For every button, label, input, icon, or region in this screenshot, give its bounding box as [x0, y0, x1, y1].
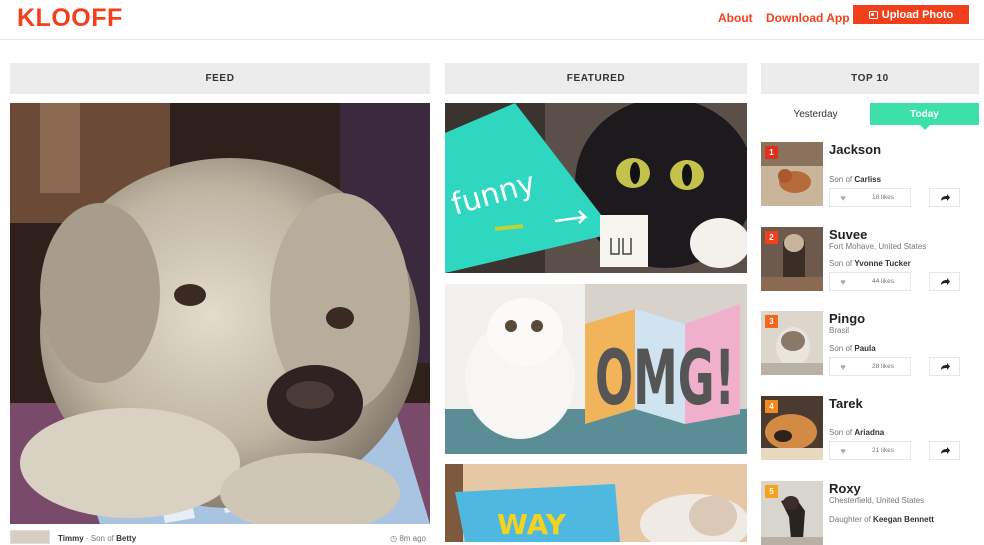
omg-cat-illustration: OMG!: [445, 284, 747, 454]
tab-yesterday[interactable]: Yesterday: [761, 103, 870, 125]
entry-name[interactable]: Tarek: [829, 396, 863, 411]
entry-relation: Son of: [829, 259, 853, 268]
share-button[interactable]: [929, 272, 960, 291]
entry-name[interactable]: Pingo: [829, 311, 865, 326]
heart-icon: ♥: [840, 445, 846, 456]
upload-photo-label: Upload Photo: [881, 8, 954, 21]
rank-badge: 4: [765, 400, 778, 413]
like-count: 44 likes: [871, 278, 895, 285]
heart-icon: ♥: [840, 361, 846, 372]
featured-card-funny[interactable]: funny: [445, 103, 747, 273]
feed-heading: FEED: [10, 63, 430, 94]
entry-relation: Daughter of: [829, 515, 871, 524]
heart-icon: ♥: [840, 276, 846, 287]
like-button[interactable]: ♥ 21 likes: [829, 441, 911, 460]
like-button[interactable]: ♥ 44 likes: [829, 272, 911, 291]
camera-icon: [868, 10, 878, 19]
funny-cat-illustration: funny: [445, 103, 747, 273]
share-arrow-icon: [940, 447, 950, 454]
like-button[interactable]: ♥ 18 likes: [829, 188, 911, 207]
share-arrow-icon: [940, 278, 950, 285]
entry-parent: Son of Ariadna: [829, 428, 884, 437]
like-count: 18 likes: [871, 194, 895, 201]
featured-heading: FEATURED: [445, 63, 747, 94]
entry-parent: Daughter of Keegan Bennett: [829, 513, 969, 527]
entry-name[interactable]: Jackson: [829, 142, 881, 157]
entry-name[interactable]: Suvee: [829, 227, 867, 242]
logo[interactable]: KLOOFF: [17, 4, 123, 33]
entry-thumbnail[interactable]: 4: [761, 396, 823, 460]
share-button[interactable]: [929, 188, 960, 207]
top10-entry[interactable]: 5 Roxy Chesterfield, United States Daugh…: [761, 481, 979, 545]
entry-name[interactable]: Roxy: [829, 481, 861, 496]
entry-location: Chesterfield, United States: [829, 496, 925, 505]
share-button[interactable]: [929, 357, 960, 376]
featured-caption-way: WAY: [497, 508, 567, 541]
nav-download-app-link[interactable]: Download App: [766, 11, 850, 25]
like-count: 28 likes: [871, 363, 895, 370]
feed-post-meta: Timmy · Son of Betty ◷ 8m ago: [10, 528, 430, 544]
entry-thumbnail[interactable]: 2: [761, 227, 823, 291]
entry-thumbnail[interactable]: 5: [761, 481, 823, 545]
feed-post-photo[interactable]: [10, 103, 430, 524]
entry-parent: Son of Carliss: [829, 175, 881, 184]
entry-relation: Son of: [829, 344, 853, 353]
top10-entry[interactable]: 4 Tarek Son of Ariadna ♥ 21 likes: [761, 396, 979, 469]
like-button[interactable]: ♥ 28 likes: [829, 357, 911, 376]
like-count: 21 likes: [871, 447, 895, 454]
top10-entry[interactable]: 1 Jackson Son of Carliss ♥ 18 likes: [761, 142, 979, 215]
entry-parent-name[interactable]: Yvonne Tucker: [854, 259, 910, 268]
entry-parent-name[interactable]: Keegan Bennett: [873, 515, 934, 524]
entry-location: Brasil: [829, 326, 850, 335]
entry-thumbnail[interactable]: 3: [761, 311, 823, 375]
entry-parent: Son of Paula: [829, 344, 876, 353]
top10-tabs: Yesterday Today: [761, 103, 979, 130]
share-button[interactable]: [929, 441, 960, 460]
heart-icon: ♥: [840, 192, 846, 203]
rank-badge: 5: [765, 485, 778, 498]
rank-badge: 2: [765, 231, 778, 244]
upload-photo-button[interactable]: Upload Photo: [853, 5, 969, 24]
entry-parent-name[interactable]: Carliss: [854, 175, 881, 184]
top-bar: KLOOFF About Download App Upload Photo: [0, 0, 984, 40]
entry-parent: Son of Yvonne Tucker: [829, 259, 911, 268]
dog-photo-illustration: [10, 103, 430, 524]
share-arrow-icon: [940, 363, 950, 370]
rank-badge: 3: [765, 315, 778, 328]
featured-card-omg[interactable]: OMG!: [445, 284, 747, 454]
share-arrow-icon: [940, 194, 950, 201]
top10-entry[interactable]: 2 Suvee Fort Mohave, United States Son o…: [761, 227, 979, 300]
featured-card-way[interactable]: WAY: [445, 464, 747, 542]
top10-heading: TOP 10: [761, 63, 979, 94]
top10-entry[interactable]: 3 Pingo Brasil Son of Paula ♥ 28 likes: [761, 311, 979, 384]
entry-location: Fort Mohave, United States: [829, 242, 927, 251]
entry-relation: Son of: [829, 175, 853, 184]
tab-today[interactable]: Today: [870, 103, 979, 130]
rank-badge: 1: [765, 146, 778, 159]
entry-relation: Son of: [829, 428, 853, 437]
nav-about-link[interactable]: About: [718, 11, 753, 25]
entry-thumbnail[interactable]: 1: [761, 142, 823, 206]
entry-parent-name[interactable]: Ariadna: [854, 428, 884, 437]
featured-caption-omg: OMG!: [595, 333, 735, 422]
way-dog-illustration: WAY: [445, 464, 747, 542]
entry-parent-name[interactable]: Paula: [854, 344, 875, 353]
